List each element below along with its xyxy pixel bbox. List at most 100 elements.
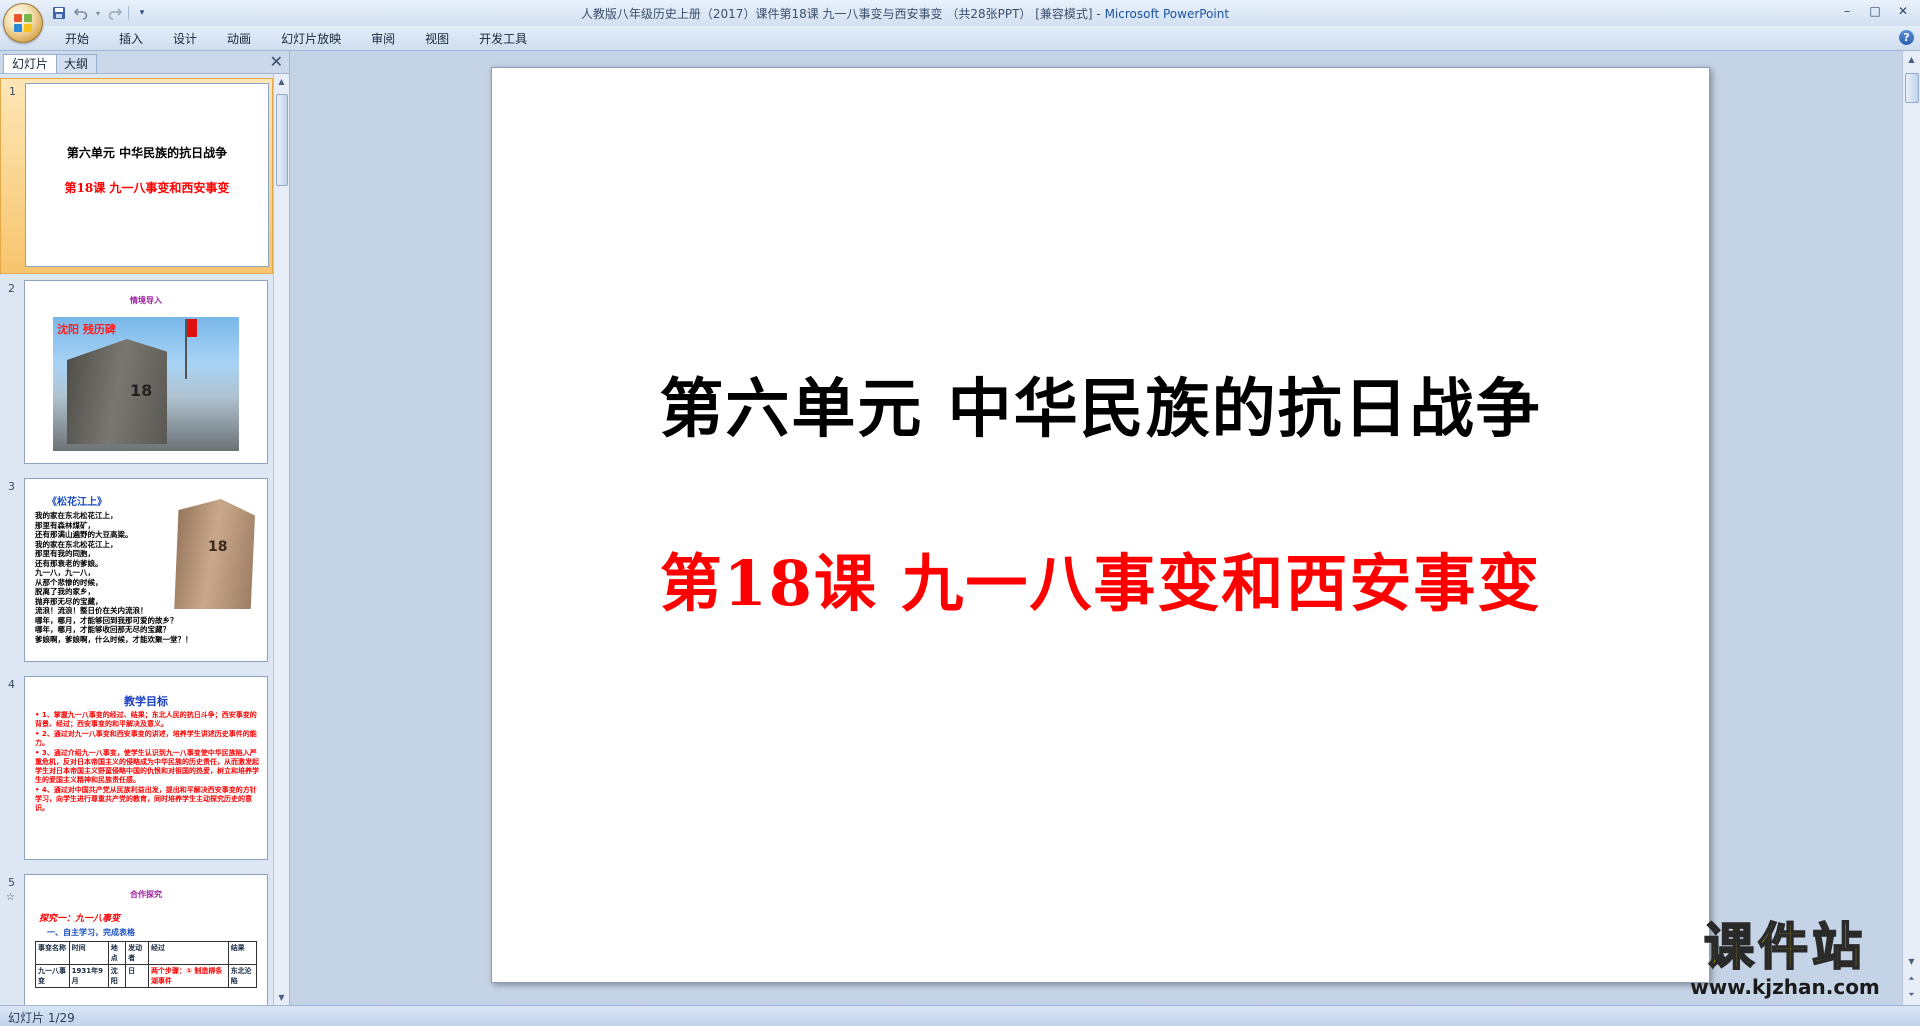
slide-counter: 幻灯片 1/29 (8, 1011, 75, 1025)
table-cell: 1931年9月 (68, 964, 109, 988)
next-slide-icon[interactable]: ⏷ (1903, 987, 1920, 1003)
poem-line: 九一八，九一八， (35, 568, 95, 577)
tab-insert[interactable]: 插入 (104, 30, 158, 48)
status-bar: 幻灯片 1/29 (0, 1005, 1920, 1026)
flag-icon (185, 319, 197, 379)
scroll-down-icon[interactable]: ▼ (1903, 953, 1920, 969)
thumb-title: 《松花江上》 (47, 497, 107, 508)
table-header-row: 事变名称 时间 地点 发动者 经过 结果 (35, 941, 258, 965)
scroll-down-icon[interactable]: ▼ (274, 990, 289, 1005)
thumbnail-preview[interactable]: 情境导入 18 沈阳 残历碑 (24, 280, 268, 464)
tab-outline[interactable]: 大纲 (55, 54, 98, 73)
poem-line: 哪年，哪月，才能够收回那无尽的宝藏？ (35, 625, 170, 634)
tab-slides[interactable]: 幻灯片 (3, 54, 58, 73)
scrollbar-thumb[interactable] (1905, 73, 1919, 103)
poem-text: 我的家在东北松花江上， 那里有森林煤矿， 还有那满山遍野的大豆高粱。 我的家在东… (35, 511, 245, 644)
maximize-button[interactable]: □ (1862, 2, 1888, 20)
thumb-title: 第六单元 中华民族的抗日战争 (66, 146, 228, 160)
current-slide[interactable]: 第六单元 中华民族的抗日战争 第18课 九一八事变和西安事变 (491, 67, 1710, 983)
goal-item: • 2、通过对九一八事变和西安事变的讲述，培养学生讲述历史事件的能力。 (35, 730, 257, 747)
thumb-banner: 情境导入 (130, 296, 162, 305)
thumb-subtitle: 第18课 九一八事变和西安事变 (64, 181, 230, 195)
previous-slide-icon[interactable]: ⏶ (1903, 971, 1920, 987)
panel-scrollbar[interactable]: ▲ ▼ (273, 74, 289, 1005)
slide-number: 3 (8, 480, 15, 493)
tab-view[interactable]: 视图 (410, 30, 464, 48)
animation-star-icon: ☆ (6, 892, 15, 903)
tab-design[interactable]: 设计 (158, 30, 212, 48)
table-header: 时间 (68, 941, 109, 965)
tab-home[interactable]: 开始 (50, 30, 104, 48)
goal-item: • 4、通过对中国共产党从民族利益出发，提出和平解决西安事变的方针学习，向学生进… (35, 786, 257, 812)
poem-line: 还有那衰老的爹娘。 (35, 558, 103, 568)
poem-line: 爹娘啊，爹娘啊，什么时候，才能欢聚一堂？！ (35, 634, 193, 644)
app-name: Microsoft PowerPoint (1104, 7, 1230, 21)
table-header: 经过 (148, 941, 229, 965)
thumbnail-preview[interactable]: 合作探究 探究一：九一八事变 一、自主学习，完成表格 事变名称 时间 地点 发动… (24, 874, 268, 1005)
watermark-text: 课件站 (1703, 917, 1866, 977)
slide-number: 2 (8, 282, 15, 295)
slide-thumbnail-2[interactable]: 2 情境导入 18 沈阳 残历碑 (0, 276, 273, 472)
poem-line: 我的家在东北松花江上， (35, 539, 118, 549)
goal-item: • 1、掌握九一八事变的经过、结果；东北人民的抗日斗争；西安事变的背景、经过；西… (35, 711, 257, 728)
slide-thumbnail-4[interactable]: 4 教学目标 • 1、掌握九一八事变的经过、结果；东北人民的抗日斗争；西安事变的… (0, 672, 273, 868)
close-button[interactable]: ✕ (1890, 2, 1916, 20)
tab-developer[interactable]: 开发工具 (464, 30, 542, 48)
table-cell: 两个步骤：① 制造柳条湖事件 (148, 964, 229, 988)
poem-line: 哪年，哪月，才能够回到我那可爱的故乡？ (35, 615, 178, 625)
poem-line: 流浪！流浪！整日价在关内流浪！ (35, 606, 148, 615)
thumb-subheading: 一、自主学习，完成表格 (47, 928, 135, 937)
scroll-up-icon[interactable]: ▲ (1903, 51, 1920, 67)
table-cell: 沈阳 (107, 964, 127, 988)
editor-scrollbar[interactable]: ▲ ▼ ⏶ ⏷ (1902, 51, 1920, 1005)
thumbnail-preview[interactable]: 教学目标 • 1、掌握九一八事变的经过、结果；东北人民的抗日斗争；西安事变的背景… (24, 676, 268, 860)
table-cell: 日 (125, 964, 149, 988)
slide-thumbnail-1[interactable]: 1 第六单元 中华民族的抗日战争 第18课 九一八事变和西安事变 (0, 78, 273, 274)
thumbnail-preview[interactable]: 第六单元 中华民族的抗日战争 第18课 九一八事变和西安事变 (25, 83, 269, 267)
poem-line: 从那个悲惨的时候， (35, 577, 103, 587)
tab-slideshow[interactable]: 幻灯片放映 (266, 30, 356, 48)
poem-line: 那里有森林煤矿， (35, 520, 95, 530)
watermark-logo: 课件站 www.kjzhan.com (1665, 917, 1905, 1002)
slide-thumbnail-3[interactable]: 3 18 《松花江上》 我的家在东北松花江上， 那里有森林煤矿， 还有那满山遍野… (0, 474, 273, 670)
thumb-banner: 合作探究 (130, 890, 162, 899)
document-title: 人教版八年级历史上册（2017）课件第18课 九一八事变与西安事变 （共28张P… (580, 7, 1093, 21)
slide-number: 1 (9, 85, 16, 98)
minimize-button[interactable]: – (1834, 2, 1860, 20)
slide-number: 5 (8, 876, 15, 889)
office-button[interactable] (3, 3, 43, 43)
table-header: 结果 (227, 941, 258, 965)
slide-editor: 第六单元 中华民族的抗日战争 第18课 九一八事变和西安事变 (290, 51, 1902, 1005)
slide-number: 4 (8, 678, 15, 691)
panel-close-icon[interactable]: ✕ (270, 53, 283, 71)
poem-line: 脱离了我的家乡， (35, 587, 95, 596)
table-cell: 东北沦陷 (227, 964, 258, 988)
watermark-url: www.kjzhan.com (1690, 975, 1880, 999)
tab-animations[interactable]: 动画 (212, 30, 266, 48)
slide-thumbnail-5[interactable]: 5 ☆ 合作探究 探究一：九一八事变 一、自主学习，完成表格 事变名称 时间 地… (0, 870, 273, 1005)
window-controls: – □ ✕ (1834, 2, 1916, 20)
slide-subtitle[interactable]: 第18课 九一八事变和西安事变 (492, 533, 1709, 623)
event-table: 事变名称 时间 地点 发动者 经过 结果 九一八事变 1931年9月 沈阳 日 … (35, 941, 258, 988)
ribbon-tabs: 开始 插入 设计 动画 幻灯片放映 审阅 视图 开发工具 (50, 30, 542, 48)
table-header: 地点 (107, 941, 127, 965)
scroll-up-icon[interactable]: ▲ (274, 74, 289, 89)
help-icon[interactable]: ? (1899, 30, 1914, 45)
office-logo-icon (14, 14, 32, 32)
slide-title[interactable]: 第六单元 中华民族的抗日战争 (492, 358, 1709, 450)
window-title: 人教版八年级历史上册（2017）课件第18课 九一八事变与西安事变 （共28张P… (0, 5, 1920, 22)
poem-line: 抛弃那无尽的宝藏， (35, 596, 103, 606)
scrollbar-thumb[interactable] (276, 94, 288, 186)
table-header: 发动者 (125, 941, 149, 965)
thumbnail-preview[interactable]: 18 《松花江上》 我的家在东北松花江上， 那里有森林煤矿， 还有那满山遍野的大… (24, 478, 268, 662)
poem-line: 那里有我的同胞， (35, 549, 95, 558)
ribbon: 开始 插入 设计 动画 幻灯片放映 审阅 视图 开发工具 ? (0, 26, 1920, 51)
poem-line: 还有那满山遍野的大豆高粱。 (35, 530, 133, 539)
title-separator: - (1092, 7, 1105, 21)
table-row: 九一八事变 1931年9月 沈阳 日 两个步骤：① 制造柳条湖事件 东北沦陷 (35, 964, 258, 988)
goal-item: • 3、通过介绍九一八事变，使学生认识到九一八事变使中华民族陷入严重危机，反对日… (35, 749, 259, 784)
tab-review[interactable]: 审阅 (356, 30, 410, 48)
thumb-title: 教学目标 (124, 695, 168, 708)
title-bar: ▾ ▾ 人教版八年级历史上册（2017）课件第18课 九一八事变与西安事变 （共… (0, 0, 1920, 43)
slides-panel: 幻灯片 大纲 ✕ 1 第六单元 中华民族的抗日战争 第18课 九一八事变和西安事… (0, 51, 290, 1005)
